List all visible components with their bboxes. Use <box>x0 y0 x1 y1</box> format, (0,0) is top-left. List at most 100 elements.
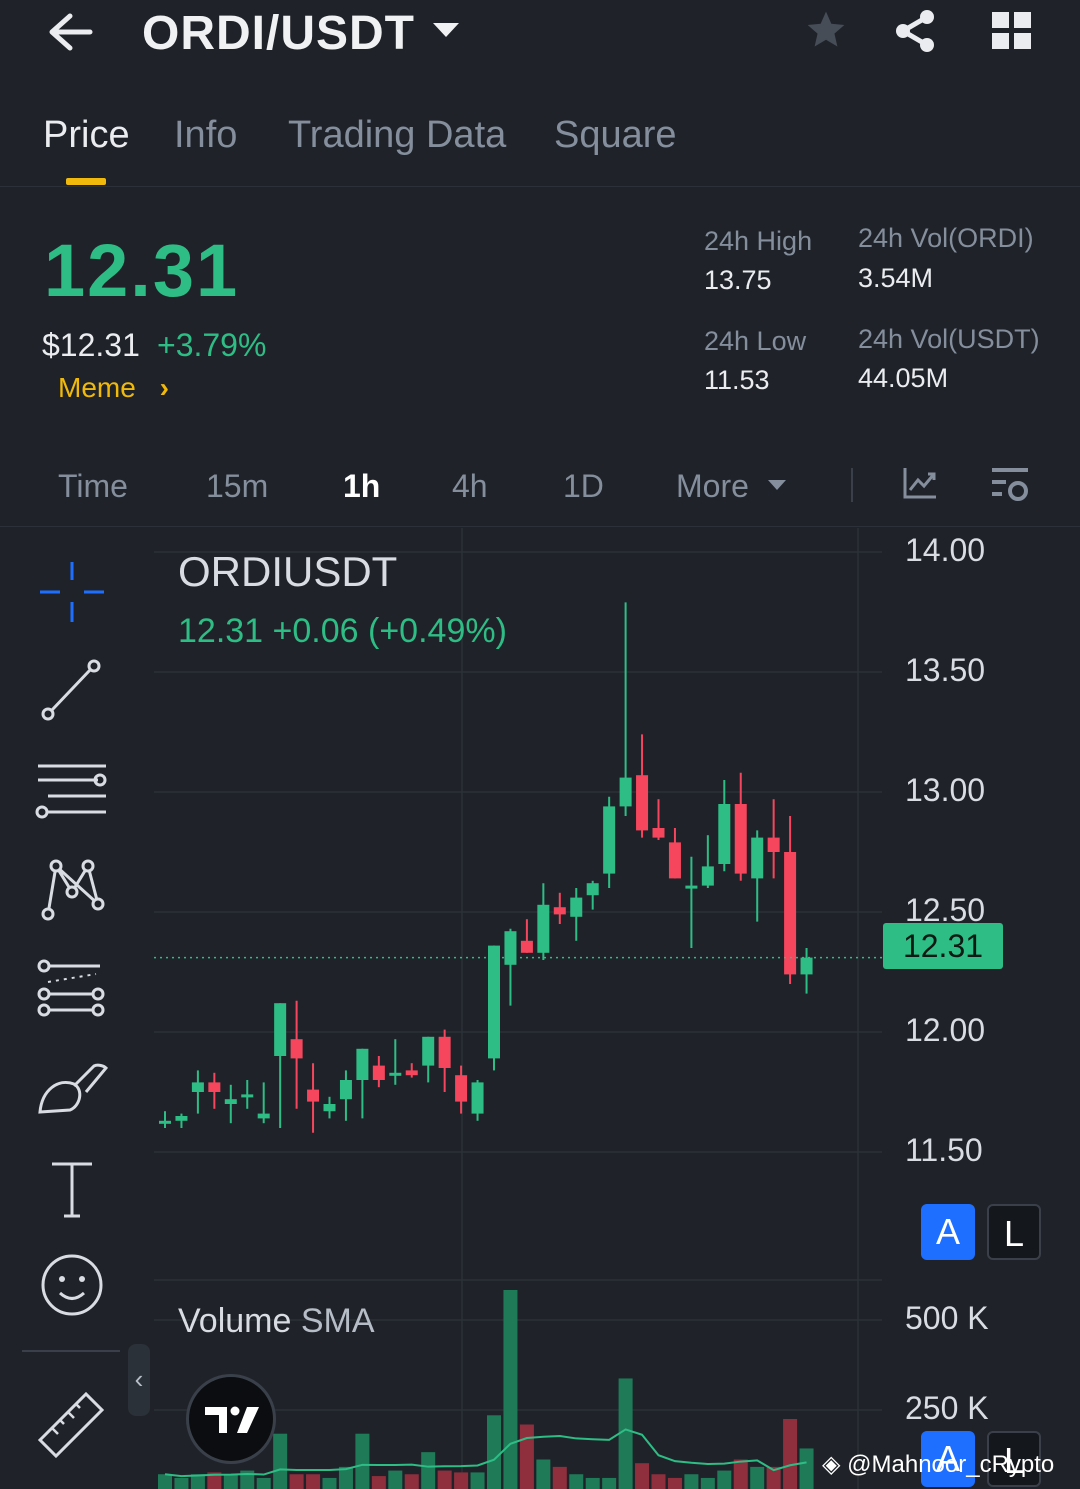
low-value: 11.53 <box>704 365 770 395</box>
candle-body <box>372 1065 385 1080</box>
star-icon[interactable] <box>804 8 848 52</box>
back-arrow-icon[interactable] <box>46 12 94 52</box>
volume-bar <box>750 1466 765 1489</box>
tradingview-logo-icon <box>205 1406 259 1433</box>
candle-body <box>652 828 665 838</box>
vol-quote-value: 44.05M <box>858 363 949 393</box>
timeframe-time[interactable]: Time <box>58 468 128 505</box>
volume-bar <box>487 1415 501 1489</box>
candle <box>668 828 681 879</box>
active-tab-indicator <box>66 178 106 185</box>
tab-info[interactable]: Info <box>174 114 237 157</box>
candle <box>323 1096 336 1119</box>
volume-bar <box>684 1474 699 1489</box>
chart-settings-icon[interactable] <box>990 464 1032 506</box>
candle <box>504 928 517 1006</box>
candle-body <box>701 866 714 886</box>
candle <box>767 799 780 879</box>
volume-bar <box>717 1470 732 1489</box>
toolbar-divider <box>851 468 853 502</box>
volume-bar <box>322 1477 337 1489</box>
candle-body <box>734 804 747 874</box>
tradingview-logo[interactable] <box>186 1374 276 1464</box>
timeframe-1d[interactable]: 1D <box>563 468 604 505</box>
candle <box>175 1113 188 1128</box>
watermark-logo-icon: ◈ <box>822 1451 841 1478</box>
candle-body <box>504 931 517 965</box>
candle <box>405 1063 418 1078</box>
volume-bar <box>306 1474 321 1489</box>
candle <box>389 1039 402 1085</box>
candle-body <box>159 1120 171 1124</box>
candle-body <box>356 1048 369 1080</box>
tab-price[interactable]: Price <box>43 114 130 157</box>
pair-selector[interactable]: ORDI/USDT <box>142 6 459 61</box>
candle <box>800 948 813 994</box>
share-icon[interactable] <box>892 8 938 54</box>
volume-bar <box>355 1433 370 1489</box>
chart-symbol: ORDIUSDT <box>178 548 398 595</box>
candle <box>652 799 665 840</box>
candle <box>701 835 714 888</box>
candle <box>274 1003 287 1128</box>
timeframe-more[interactable]: More <box>676 468 786 505</box>
volume-bar <box>552 1466 567 1489</box>
candle <box>257 1082 270 1124</box>
volume-bar <box>273 1433 288 1489</box>
candle-body <box>784 852 797 975</box>
candle <box>224 1084 237 1124</box>
volume-sma-label: SMA <box>300 1302 375 1340</box>
candle-body <box>257 1113 270 1119</box>
candle <box>734 772 747 881</box>
candle <box>636 734 649 838</box>
volume-label: Volume <box>178 1302 292 1340</box>
candle-body <box>241 1094 254 1098</box>
chart-ohlc-readout: 12.31 +0.06 (+0.49%) <box>178 612 507 650</box>
candle <box>488 945 500 1071</box>
candle-body <box>570 897 583 917</box>
volume-bar <box>454 1472 469 1489</box>
grid-menu-icon[interactable] <box>992 12 1032 50</box>
volume-bar <box>174 1477 189 1489</box>
candle-body <box>389 1072 402 1076</box>
volume-bar <box>371 1476 386 1489</box>
candle <box>537 883 550 960</box>
timeframe-4h[interactable]: 4h <box>452 468 488 505</box>
candle <box>159 1111 171 1128</box>
candle <box>455 1065 468 1114</box>
auto-scale-button[interactable]: A <box>921 1204 975 1260</box>
candle-body <box>685 885 698 889</box>
tab-trading-data[interactable]: Trading Data <box>288 114 506 157</box>
candle <box>619 602 632 816</box>
vol-base-label: 24h Vol(ORDI) <box>858 223 1034 253</box>
tab-square[interactable]: Square <box>554 114 677 157</box>
candle-body <box>767 837 780 852</box>
category-tag[interactable]: Meme › <box>58 372 169 404</box>
candle-body <box>455 1075 468 1102</box>
candle <box>191 1070 204 1114</box>
candle-body <box>191 1082 204 1092</box>
volume-bar <box>470 1472 485 1489</box>
volume-bar <box>421 1452 436 1489</box>
volume-bar <box>651 1474 666 1489</box>
timeframe-15m[interactable]: 15m <box>206 468 268 505</box>
low-label: 24h Low <box>704 326 807 356</box>
candle <box>718 780 731 872</box>
candle-body <box>175 1116 188 1121</box>
timeframe-1h[interactable]: 1h <box>343 468 380 505</box>
candle-body <box>619 777 632 807</box>
candle-body <box>636 775 649 831</box>
volume-bar <box>667 1477 682 1489</box>
candle-body <box>307 1089 320 1102</box>
volume-axis-tick-label: 500 K <box>905 1300 989 1336</box>
candle-body <box>339 1080 352 1100</box>
volume-bar <box>635 1463 650 1489</box>
indicator-chart-icon[interactable] <box>902 466 938 500</box>
chart-top-separator <box>0 526 1080 527</box>
candle-body <box>520 940 533 953</box>
log-scale-button[interactable]: L <box>987 1204 1041 1260</box>
watermark-text: @Mahnoor_cRypto <box>847 1451 1055 1478</box>
candle-body <box>405 1070 418 1076</box>
volume-bar <box>733 1459 748 1489</box>
candle <box>520 919 533 953</box>
